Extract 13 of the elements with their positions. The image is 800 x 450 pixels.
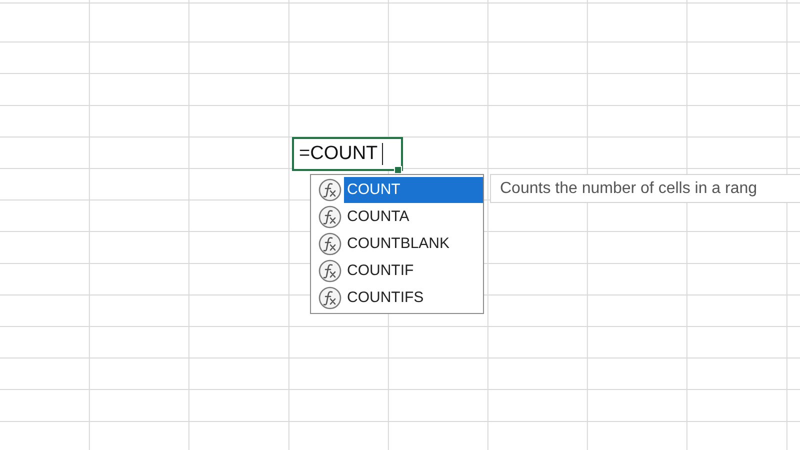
- function-icon: [318, 204, 342, 228]
- function-item[interactable]: COUNT: [344, 176, 483, 202]
- function-icon: [318, 258, 342, 282]
- function-tooltip: Counts the number of cells in a rang: [490, 174, 800, 203]
- function-item[interactable]: COUNTIFS: [344, 284, 483, 310]
- fill-handle[interactable]: [394, 166, 402, 174]
- function-item[interactable]: COUNTIF: [344, 258, 483, 284]
- function-icon: [318, 286, 342, 310]
- function-item[interactable]: COUNTA: [344, 204, 483, 230]
- function-icon: [318, 232, 342, 256]
- function-icon: [318, 178, 342, 202]
- cell-editor[interactable]: =COUNT: [292, 137, 403, 171]
- function-item[interactable]: COUNTBLANK: [344, 230, 483, 256]
